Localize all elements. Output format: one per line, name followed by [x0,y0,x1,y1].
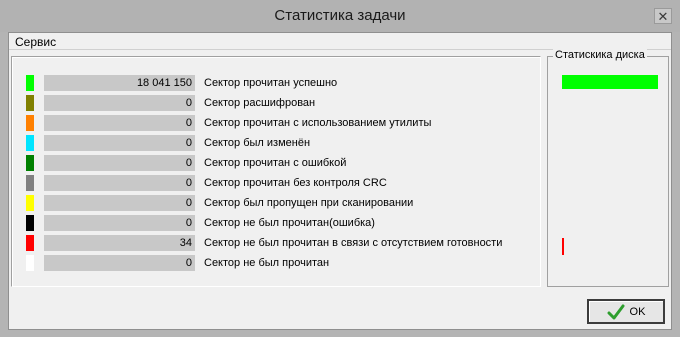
sector-count: 0 [44,255,195,271]
close-icon: ✕ [657,8,669,24]
disk-stats-group: Статискика диска [547,49,669,287]
color-swatch [26,155,34,171]
menu-bar: Сервис [9,33,671,50]
sector-status-label: Сектор прочитан с ошибкой [204,157,347,169]
sector-count: 0 [44,155,195,171]
sector-status-label: Сектор не был прочитан в связи с отсутст… [204,237,503,249]
sector-stats-panel: 18 041 150 Сектор прочитан успешно 0 Сек… [11,56,541,287]
sector-count: 0 [44,115,195,131]
disk-stats-legend: Статискика диска [553,49,647,61]
task-statistics-window: Статистика задачи ✕ Сервис 18 041 150 Се… [0,0,680,337]
sector-status-label: Сектор не был прочитан [204,257,330,269]
color-swatch [26,195,34,211]
menu-item-service[interactable]: Сервис [15,35,56,49]
color-swatch [26,215,34,231]
window-title: Статистика задачи [274,7,406,24]
sector-status-label: Сектор был пропущен при сканировании [204,197,414,209]
color-swatch [26,115,34,131]
sector-count: 0 [44,195,195,211]
color-swatch [26,175,34,191]
sector-count: 0 [44,135,195,151]
sector-status-label: Сектор был изменён [204,137,311,149]
sector-status-label: Сектор прочитан без контроля CRC [204,177,387,189]
dialog-client-area: Сервис 18 041 150 Сектор прочитан успешн… [8,32,672,330]
sector-count: 0 [44,95,195,111]
checkmark-icon [607,304,625,319]
close-button[interactable]: ✕ [654,8,672,24]
color-swatch [26,75,34,91]
sector-count: 0 [44,175,195,191]
color-swatch [26,255,34,271]
title-bar[interactable]: Статистика задачи ✕ [0,0,680,32]
color-swatch [26,235,34,251]
color-swatch [26,135,34,151]
sector-status-label: Сектор прочитан с использованием утилиты [204,117,432,129]
sector-count: 18 041 150 [44,75,195,91]
sector-status-label: Сектор не был прочитан(ошибка) [204,217,375,229]
ok-button[interactable]: OK [587,299,665,324]
disk-map-bar [562,75,658,89]
sector-status-label: Сектор расшифрован [204,97,316,109]
ok-button-label: OK [629,305,646,318]
sector-count: 0 [44,215,195,231]
disk-error-marker [562,238,564,255]
sector-count: 34 [44,235,195,251]
color-swatch [26,95,34,111]
sector-status-label: Сектор прочитан успешно [204,77,338,89]
